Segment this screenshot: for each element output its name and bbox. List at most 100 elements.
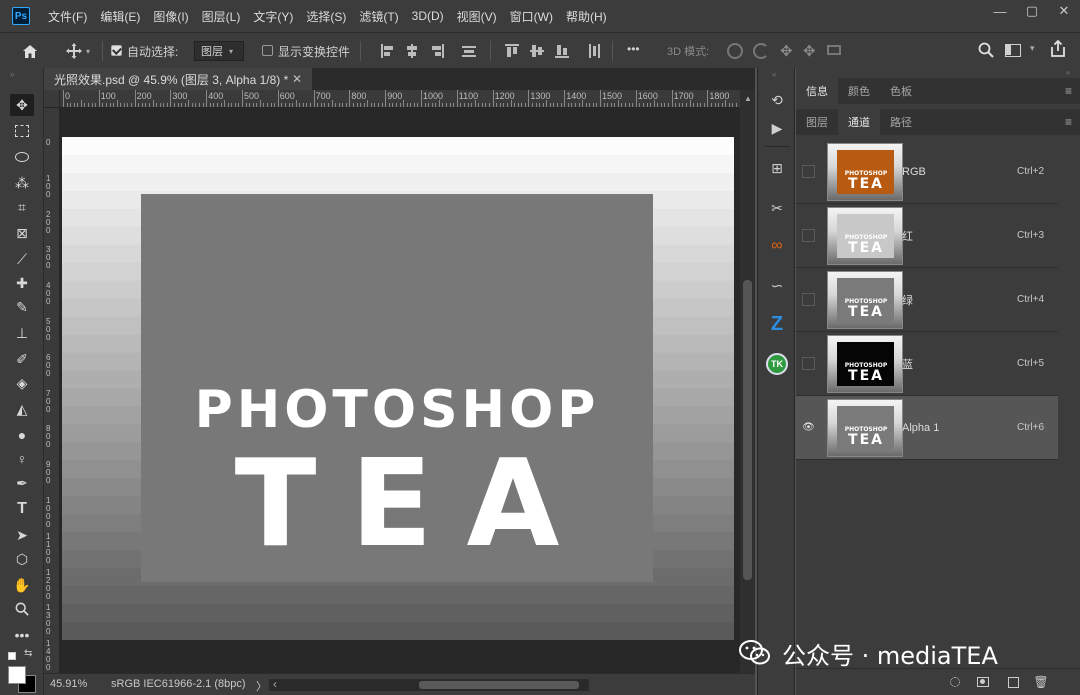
align-vertical-centers-icon[interactable] xyxy=(530,44,544,58)
visibility-toggle[interactable] xyxy=(802,229,815,242)
more-options-button[interactable]: ••• xyxy=(627,42,640,56)
align-left-edges-icon[interactable] xyxy=(381,44,395,58)
tab-color[interactable]: 颜色 xyxy=(838,78,880,104)
properties-panel-icon[interactable]: ⊞ xyxy=(765,156,789,180)
history-panel-icon[interactable]: ⟲ xyxy=(765,88,789,112)
horizontal-ruler[interactable]: 0 100 200 300 400 500 600 700 800 900 1000 1100 1200… xyxy=(60,90,740,108)
maximize-button[interactable]: ▢ xyxy=(1016,0,1048,22)
frame-tool-icon[interactable]: ⊠ xyxy=(10,222,34,244)
type-tool-icon[interactable]: T xyxy=(10,498,34,520)
plugin-link-icon[interactable]: ∽ xyxy=(765,274,789,298)
menu-help[interactable]: 帮助(H) xyxy=(566,8,607,25)
menu-view[interactable]: 视图(V) xyxy=(457,8,497,25)
close-tab-icon[interactable]: ✕ xyxy=(292,72,302,86)
horizontal-scrollbar[interactable]: ‹ xyxy=(269,677,589,691)
create-new-channel-icon[interactable] xyxy=(1006,675,1020,689)
blur-tool-icon[interactable]: ● xyxy=(10,424,34,446)
eye-icon[interactable]: 👁 xyxy=(802,421,815,434)
menu-window[interactable]: 窗口(W) xyxy=(510,8,553,25)
show-transform-checkbox[interactable] xyxy=(262,45,273,56)
pan-3d-icon[interactable]: ✥ xyxy=(780,42,793,60)
channel-row[interactable]: PHOTOSHOP TEA 绿 Ctrl+4 xyxy=(796,268,1058,332)
save-selection-as-channel-icon[interactable] xyxy=(976,675,990,689)
auto-select-target-dropdown[interactable]: 图层 ▾ xyxy=(194,41,244,61)
history-brush-tool-icon[interactable]: ✐ xyxy=(10,348,34,370)
pen-tool-icon[interactable]: ✒ xyxy=(10,472,34,494)
document-tab[interactable]: 光照效果.psd @ 45.9% (图层 3, Alpha 1/8) * ✕ xyxy=(44,68,312,90)
orbit-3d-icon[interactable] xyxy=(727,43,743,59)
edit-toolbar-icon[interactable]: ••• xyxy=(10,624,34,646)
lasso-tool-icon[interactable] xyxy=(10,146,34,168)
plugin-z-icon[interactable]: Z xyxy=(765,312,789,336)
menu-filter[interactable]: 滤镜(T) xyxy=(359,8,398,25)
auto-select-checkbox[interactable] xyxy=(111,45,122,56)
paint-bucket-tool-icon[interactable]: ◭ xyxy=(10,398,34,420)
rectangular-marquee-tool-icon[interactable] xyxy=(10,120,34,142)
minimize-button[interactable]: — xyxy=(984,0,1016,22)
menu-type[interactable]: 文字(Y) xyxy=(253,8,293,25)
tab-info[interactable]: 信息 xyxy=(796,78,838,104)
workspace-chevron-icon[interactable]: ▾ xyxy=(1030,43,1035,54)
visibility-toggle[interactable] xyxy=(802,293,815,306)
tab-layers[interactable]: 图层 xyxy=(796,109,838,135)
home-icon[interactable] xyxy=(20,41,40,61)
slide-3d-icon[interactable]: ✥ xyxy=(803,42,816,60)
eyedropper-tool-icon[interactable]: ⟋ xyxy=(10,248,34,270)
crop-tool-icon[interactable]: ⌗ xyxy=(10,196,34,218)
panel-menu-icon[interactable]: ≡ xyxy=(1065,115,1072,129)
align-horizontal-centers-icon[interactable] xyxy=(405,44,419,58)
horizontal-scroll-thumb[interactable] xyxy=(419,681,579,689)
plugin-tk-icon[interactable]: TK xyxy=(765,352,789,376)
scale-3d-icon[interactable] xyxy=(827,45,841,55)
menu-file[interactable]: 文件(F) xyxy=(48,8,87,25)
actions-play-icon[interactable]: ▶ xyxy=(765,116,789,140)
tools-preset-icon[interactable]: ✂ xyxy=(765,196,789,220)
align-bottom-edges-icon[interactable] xyxy=(555,44,569,58)
menu-select[interactable]: 选择(S) xyxy=(306,8,346,25)
status-menu-arrow-icon[interactable]: 〉 xyxy=(256,678,267,694)
align-top-edges-icon[interactable] xyxy=(505,44,519,58)
tab-channels[interactable]: 通道 xyxy=(838,109,880,135)
move-tool-icon[interactable]: ✥ xyxy=(10,94,34,116)
shape-tool-icon[interactable]: ⬡ xyxy=(10,548,34,570)
menu-image[interactable]: 图像(I) xyxy=(153,8,188,25)
healing-brush-tool-icon[interactable]: ✚ xyxy=(10,272,34,294)
share-icon[interactable] xyxy=(1050,39,1066,61)
distribute-horizontal-icon[interactable] xyxy=(462,44,476,58)
align-right-edges-icon[interactable] xyxy=(430,44,444,58)
panel-menu-icon[interactable]: ≡ xyxy=(1065,84,1072,98)
channel-row[interactable]: PHOTOSHOP TEA RGB Ctrl+2 xyxy=(796,140,1058,204)
default-colors-icon[interactable] xyxy=(8,652,16,660)
delete-channel-icon[interactable]: 🗑 xyxy=(1033,675,1048,689)
tab-swatches[interactable]: 色板 xyxy=(880,78,922,104)
scroll-up-icon[interactable]: ▲ xyxy=(744,94,752,103)
zoom-tool-icon[interactable] xyxy=(10,598,34,620)
distribute-vertical-icon[interactable] xyxy=(587,44,601,58)
clone-stamp-tool-icon[interactable]: ⊥ xyxy=(10,322,34,344)
vertical-scrollbar[interactable]: ▲ xyxy=(740,90,755,673)
tab-paths[interactable]: 路径 xyxy=(880,109,922,135)
workspace-icon[interactable] xyxy=(1005,44,1021,57)
ruler-origin[interactable] xyxy=(44,90,60,108)
zoom-level[interactable]: 45.91% xyxy=(50,678,87,690)
plugin-infinity-icon[interactable]: ∞ xyxy=(765,234,789,258)
path-selection-tool-icon[interactable]: ➤ xyxy=(10,524,34,546)
vertical-ruler[interactable]: 0 1 0 0 2 0 0 3 0 0 4 0 0 5 0 0 6 0 0 7 0 0 8 0 … xyxy=(44,108,60,673)
foreground-color-swatch[interactable] xyxy=(8,666,26,684)
visibility-toggle[interactable] xyxy=(802,165,815,178)
hand-tool-icon[interactable]: ✋ xyxy=(10,574,34,596)
scroll-left-icon[interactable]: ‹ xyxy=(273,677,277,691)
close-window-button[interactable]: ✕ xyxy=(1048,0,1080,22)
visibility-toggle[interactable] xyxy=(802,357,815,370)
roll-3d-icon[interactable] xyxy=(753,43,769,59)
eraser-tool-icon[interactable]: ◈ xyxy=(10,372,34,394)
dodge-tool-icon[interactable]: ♀ xyxy=(10,448,34,470)
move-tool-preset-icon[interactable]: ▾ xyxy=(60,41,96,61)
brush-tool-icon[interactable]: ✎ xyxy=(10,296,34,318)
swap-colors-icon[interactable]: ⇆ xyxy=(24,648,32,659)
menu-3d[interactable]: 3D(D) xyxy=(412,9,444,23)
channel-row[interactable]: PHOTOSHOP TEA 红 Ctrl+3 xyxy=(796,204,1058,268)
channel-row[interactable]: PHOTOSHOP TEA 蓝 Ctrl+5 xyxy=(796,332,1058,396)
menu-layer[interactable]: 图层(L) xyxy=(202,8,241,25)
magic-wand-tool-icon[interactable]: ⁂ xyxy=(10,172,34,194)
